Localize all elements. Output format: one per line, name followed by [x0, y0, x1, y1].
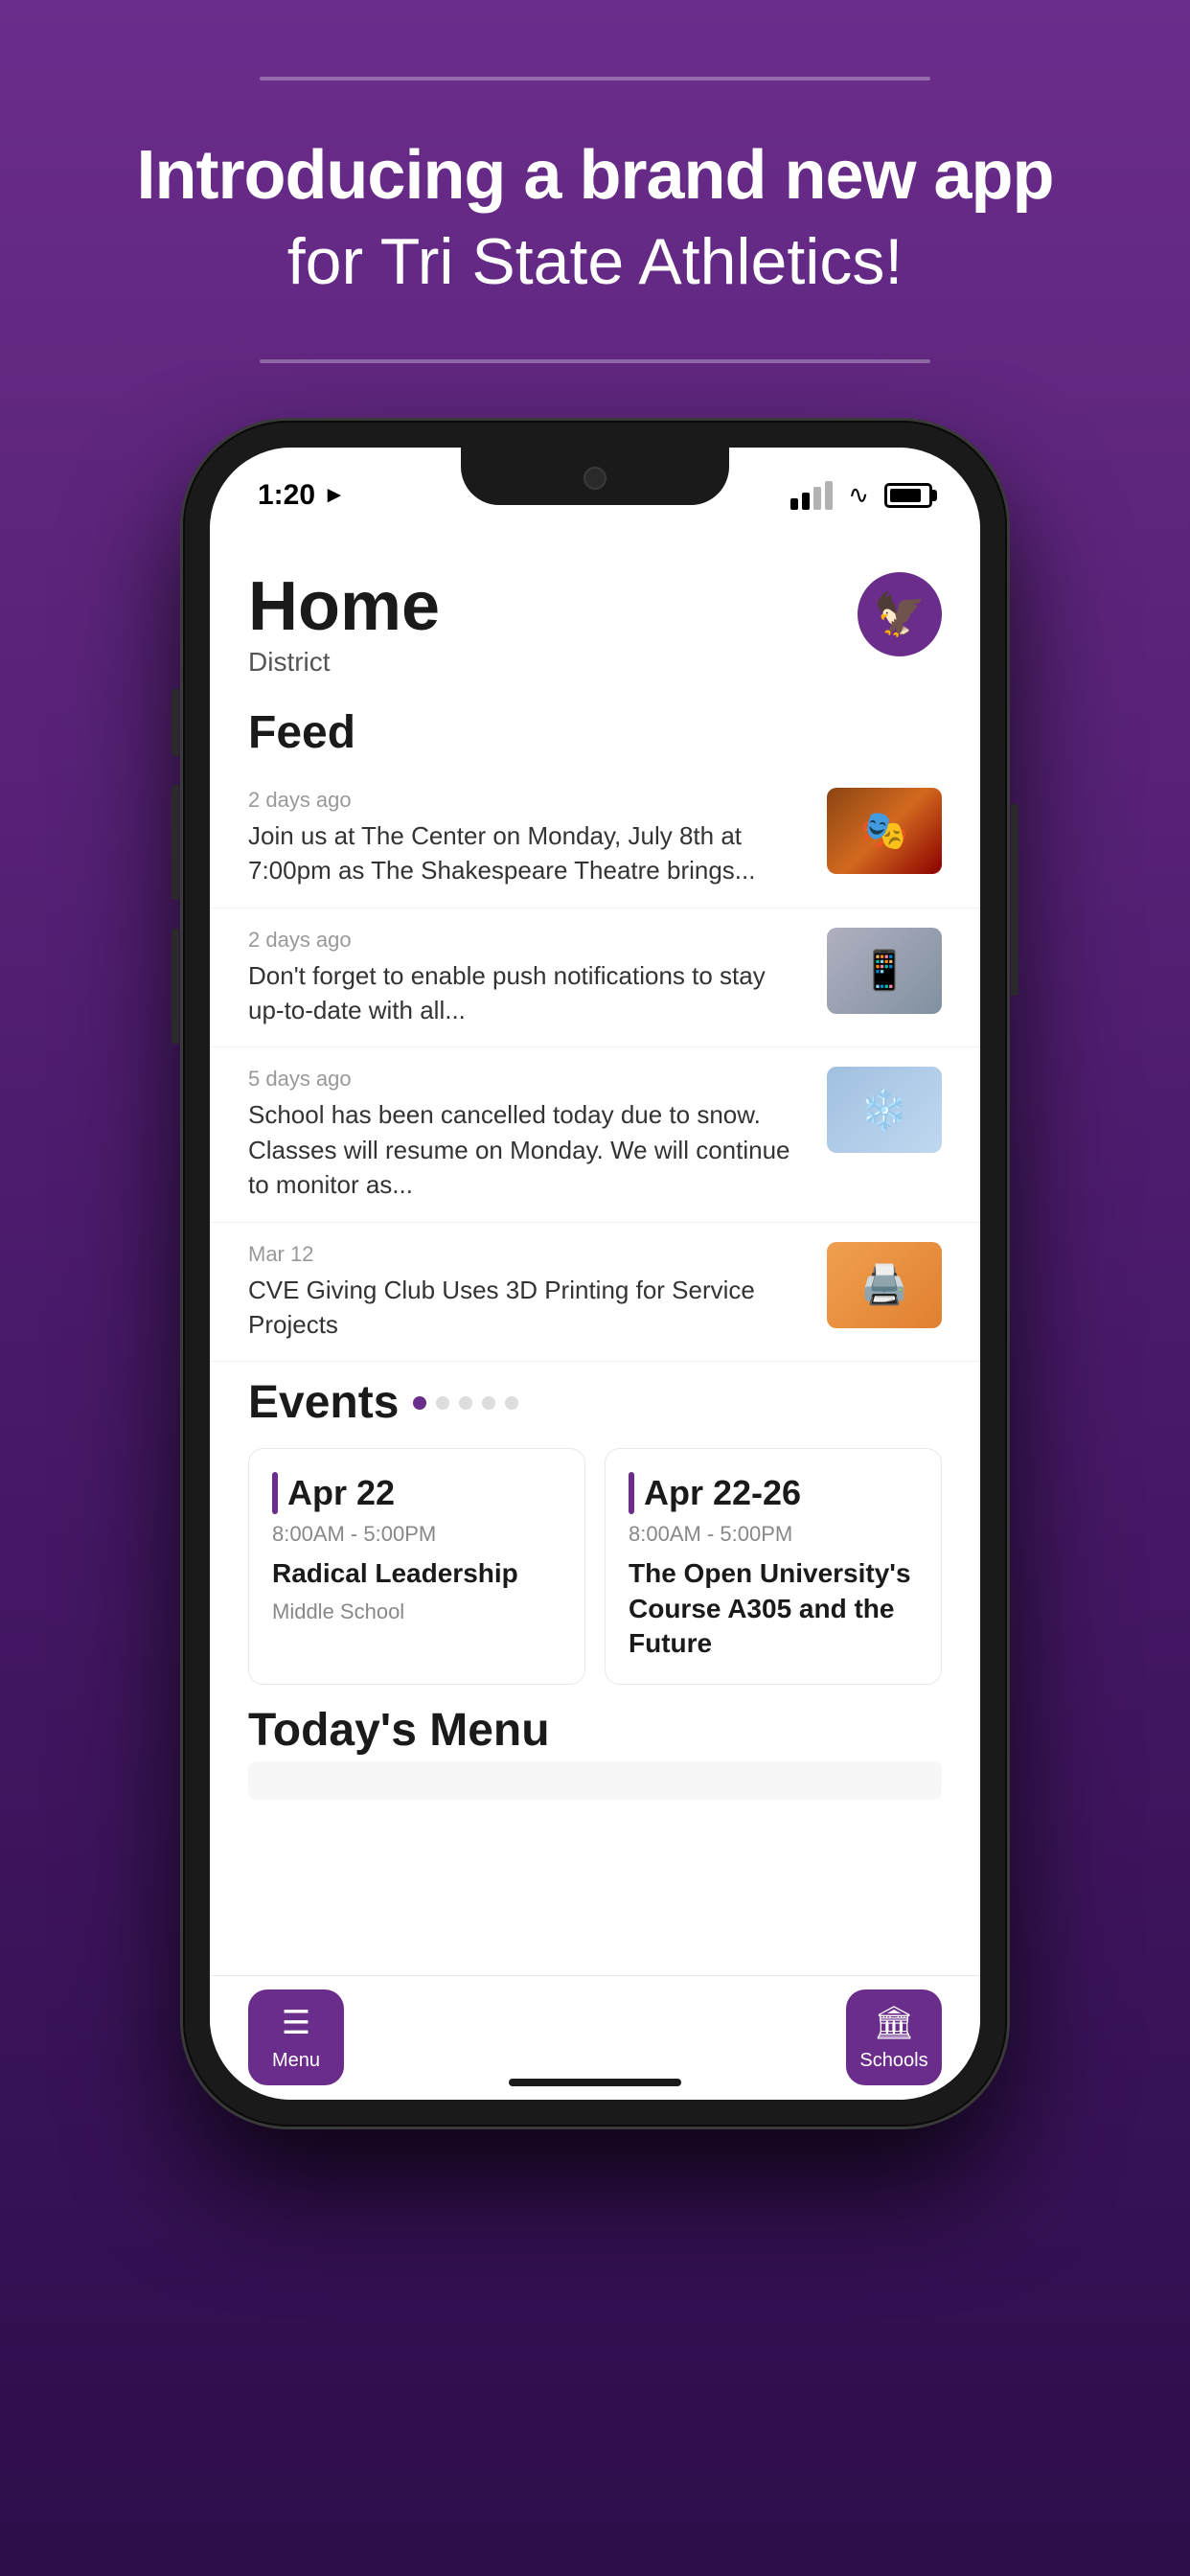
- headline-line2: for Tri State Athletics!: [136, 223, 1053, 302]
- feed-item-1[interactable]: 2 days ago Join us at The Center on Mond…: [210, 769, 980, 908]
- feed-thumb-1: 🎭: [827, 788, 942, 874]
- feed-meta-4: Mar 12: [248, 1242, 808, 1267]
- menu-tab-label: Menu: [272, 2050, 320, 2072]
- feed-thumb-4: 🖨️: [827, 1242, 942, 1328]
- wifi-icon: ∿: [848, 480, 869, 510]
- feed-item-3[interactable]: 5 days ago School has been cancelled tod…: [210, 1047, 980, 1222]
- tab-menu[interactable]: ☰ Menu: [248, 1990, 344, 2085]
- mascot-icon: 🦅: [874, 589, 927, 639]
- feed-meta-1: 2 days ago: [248, 788, 808, 813]
- location-icon: ►: [323, 482, 346, 509]
- dot-4: [482, 1396, 495, 1410]
- dot-2: [436, 1396, 449, 1410]
- event-card-1[interactable]: Apr 22 8:00AM - 5:00PM Radical Leadershi…: [248, 1448, 585, 1685]
- bottom-divider: [260, 359, 930, 363]
- feed-meta-3: 5 days ago: [248, 1067, 808, 1092]
- status-time: 1:20 ►: [258, 479, 346, 512]
- schools-tab-button[interactable]: 🏛 Schools: [846, 1990, 942, 2085]
- feed-thumb-2: 📱: [827, 928, 942, 1014]
- event-bar-2: [629, 1472, 634, 1514]
- feed-desc-3: School has been cancelled today due to s…: [248, 1097, 808, 1202]
- event-time-2: 8:00AM - 5:00PM: [629, 1522, 918, 1547]
- feed-item-4[interactable]: Mar 12 CVE Giving Club Uses 3D Printing …: [210, 1223, 980, 1363]
- side-button-vol-down: [172, 929, 179, 1044]
- event-card-2[interactable]: Apr 22-26 8:00AM - 5:00PM The Open Unive…: [605, 1448, 942, 1685]
- status-icons: ∿: [790, 480, 932, 510]
- menu-icon: ☰: [282, 2004, 310, 2042]
- feed-desc-1: Join us at The Center on Monday, July 8t…: [248, 818, 808, 888]
- event-school-1: Middle School: [272, 1599, 561, 1624]
- todays-menu-title: Today's Menu: [210, 1694, 980, 1761]
- event-name-1: Radical Leadership: [272, 1556, 561, 1591]
- app-header: Home District 🦅: [210, 543, 980, 697]
- menu-placeholder: [248, 1761, 942, 1800]
- top-divider: [260, 77, 930, 80]
- feed-meta-2: 2 days ago: [248, 928, 808, 953]
- events-cards: Apr 22 8:00AM - 5:00PM Radical Leadershi…: [210, 1438, 980, 1694]
- side-button-power: [1011, 804, 1018, 996]
- menu-tab-button[interactable]: ☰ Menu: [248, 1990, 344, 2085]
- event-date-1: Apr 22: [287, 1473, 395, 1513]
- side-button-vol-up: [172, 785, 179, 900]
- schools-icon: 🏛: [873, 2004, 914, 2042]
- headline-section: Introducing a brand new app for Tri Stat…: [59, 138, 1130, 302]
- page-title: Home: [248, 572, 440, 641]
- signal-icon: [790, 481, 833, 510]
- app-content: Home District 🦅 Feed 2 days ago Join us …: [210, 543, 980, 2100]
- dot-5: [505, 1396, 518, 1410]
- notch-cutout: [461, 448, 729, 505]
- tab-schools[interactable]: 🏛 Schools: [846, 1990, 942, 2085]
- feed-thumb-3: ❄️: [827, 1067, 942, 1153]
- phone-mockup: 1:20 ► ∿ Home: [183, 421, 1007, 2127]
- events-dots: [413, 1396, 518, 1410]
- front-camera: [584, 467, 606, 490]
- schools-tab-label: Schools: [859, 2050, 927, 2072]
- feed-desc-2: Don't forget to enable push notification…: [248, 958, 808, 1028]
- events-title: Events: [248, 1376, 399, 1429]
- event-time-1: 8:00AM - 5:00PM: [272, 1522, 561, 1547]
- dot-3: [459, 1396, 472, 1410]
- feed-desc-4: CVE Giving Club Uses 3D Printing for Ser…: [248, 1273, 808, 1343]
- events-header: Events: [210, 1362, 980, 1438]
- feed-item-2[interactable]: 2 days ago Don't forget to enable push n…: [210, 908, 980, 1048]
- page-subtitle: District: [248, 647, 440, 678]
- feed-title: Feed: [210, 697, 980, 769]
- header-text: Home District: [248, 572, 440, 678]
- headline-line1: Introducing a brand new app: [136, 138, 1053, 214]
- side-button-mute: [172, 689, 179, 756]
- event-bar-1: [272, 1472, 278, 1514]
- battery-icon: [884, 483, 932, 508]
- dot-1: [413, 1396, 426, 1410]
- home-indicator: [509, 2079, 681, 2086]
- feed-section: Feed 2 days ago Join us at The Center on…: [210, 697, 980, 1363]
- status-bar: 1:20 ► ∿: [210, 448, 980, 543]
- event-date-2: Apr 22-26: [644, 1473, 801, 1513]
- avatar[interactable]: 🦅: [858, 572, 942, 656]
- phone-screen: 1:20 ► ∿ Home: [210, 448, 980, 2100]
- event-name-2: The Open University's Course A305 and th…: [629, 1556, 918, 1661]
